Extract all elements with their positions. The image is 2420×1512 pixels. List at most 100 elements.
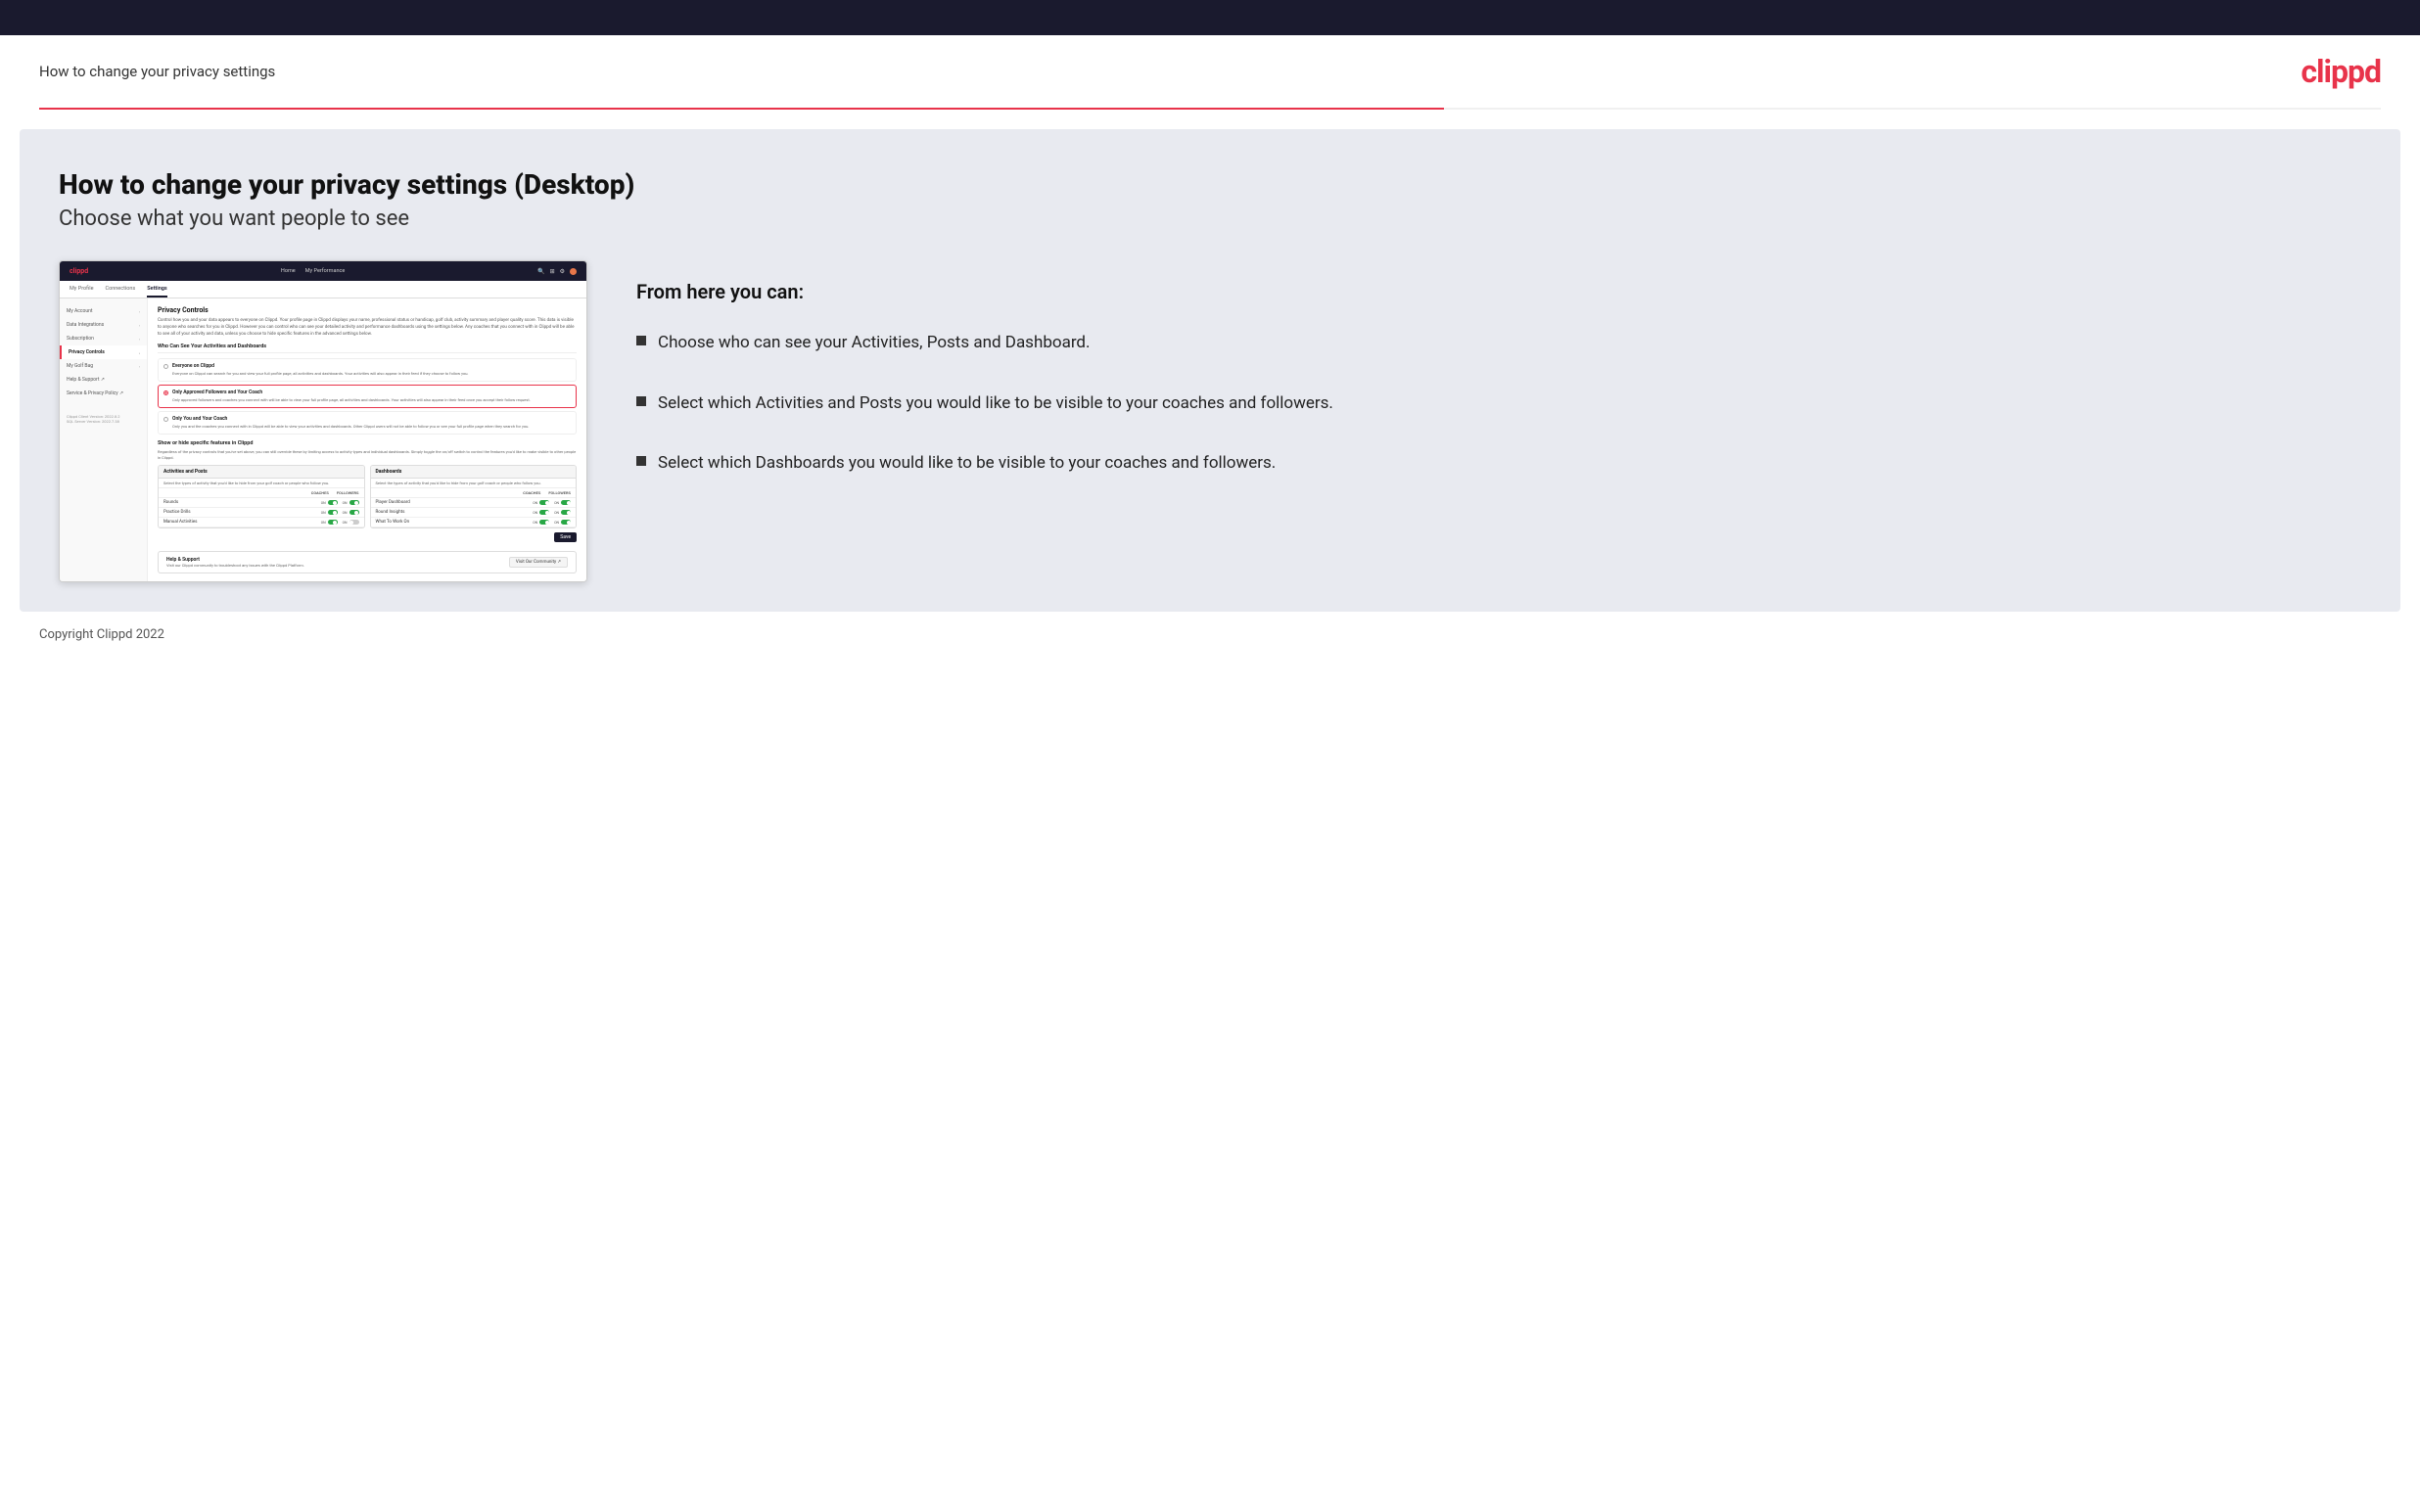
mock-radio-dot-everyone <box>163 364 168 369</box>
mock-radio-only-you-text: Only You and Your Coach Only you and the… <box>172 416 529 430</box>
mock-row-round-insights: Round Insights ON ON <box>371 508 577 518</box>
mock-manual-coaches-toggle <box>328 520 338 525</box>
mock-body: My Account › Data Integrations › Subscri… <box>60 298 586 581</box>
mock-coaches-col-label: COACHES <box>311 490 329 495</box>
mock-toggle-knob-8 <box>567 501 571 505</box>
mock-rounds-followers-toggle <box>349 500 359 505</box>
mock-dashboards-header: Dashboards <box>371 466 577 479</box>
mock-radio-everyone-desc: Everyone on Clippd can search for you an… <box>172 371 468 376</box>
mock-row-player-dash: Player Dashboard ON ON <box>371 498 577 508</box>
mock-radio-everyone: Everyone on Clippd Everyone on Clippd ca… <box>158 358 577 382</box>
mock-radio-only-you-desc: Only you and the coaches you connect wit… <box>172 424 529 429</box>
mock-activities-table-header: Activities and Posts <box>159 466 364 479</box>
mock-sidebar-version: Clippd Client Version: 2022.8.2SQL Serve… <box>60 408 147 430</box>
mock-rounds-coaches-on-label: ON <box>321 501 326 505</box>
mock-sidebar-subscription: Subscription › <box>60 332 147 345</box>
mock-radio-everyone-text: Everyone on Clippd Everyone on Clippd ca… <box>172 363 468 377</box>
mock-radio-only-you-label: Only You and Your Coach <box>172 416 529 422</box>
mock-sidebar-account-label: My Account <box>67 308 92 314</box>
mock-show-hide-desc: Regardless of the privacy controls that … <box>158 449 577 460</box>
mock-manual-label: Manual Activities <box>163 520 316 525</box>
mock-dashboards-cols: COACHES FOLLOWERS <box>371 488 577 498</box>
page-heading: How to change your privacy settings (Des… <box>59 168 2361 201</box>
mock-work-on-label: What To Work On <box>376 520 529 525</box>
mock-work-coaches-on: ON <box>533 521 537 525</box>
mock-manual-followers-pair: ON <box>343 520 359 525</box>
mock-toggle-knob-3 <box>333 511 337 515</box>
mock-round-coaches-on: ON <box>533 511 537 515</box>
footer: Copyright Clippd 2022 <box>0 612 2420 658</box>
logo: clippd <box>2301 53 2381 90</box>
mock-radio-approved-desc: Only approved followers and coaches you … <box>172 397 531 402</box>
mock-logo: clippd <box>70 267 88 275</box>
mock-chevron-bag: › <box>139 364 140 369</box>
header-title: How to change your privacy settings <box>39 63 275 80</box>
mock-round-coaches-pair: ON <box>533 510 549 515</box>
screenshot-container: clippd Home My Performance 🔍 ⊞ ⚙ My Prof… <box>59 260 587 582</box>
bullet-item-3: Select which Dashboards you would like t… <box>636 451 2361 477</box>
mock-who-can-see-title: Who Can See Your Activities and Dashboar… <box>158 344 577 353</box>
mock-work-followers-pair: ON <box>554 520 571 525</box>
mock-tables-row: Activities and Posts Select the types of… <box>158 465 577 528</box>
mock-work-coaches-pair: ON <box>533 520 549 525</box>
mock-nav-icons: 🔍 ⊞ ⚙ <box>537 268 577 275</box>
mock-sidebar-privacy: Privacy Controls › <box>60 345 147 359</box>
mock-activities-table: Activities and Posts Select the types of… <box>158 465 365 528</box>
mock-tab-settings: Settings <box>147 286 166 298</box>
mock-toggle-knob-9 <box>545 511 549 515</box>
mock-practice-followers-on-label: ON <box>343 511 348 515</box>
mock-manual-followers-toggle <box>349 520 359 525</box>
mock-toggle-knob-4 <box>354 511 358 515</box>
mock-sidebar-help: Help & Support ↗ <box>60 373 147 387</box>
mock-player-dash-label: Player Dashboard <box>376 500 529 505</box>
mock-round-followers-toggle <box>561 510 571 515</box>
mock-sidebar-sub-label: Subscription <box>67 336 94 342</box>
mock-activities-cols: COACHES FOLLOWERS <box>159 488 364 498</box>
mock-toggle-knob-11 <box>545 521 549 525</box>
footer-text: Copyright Clippd 2022 <box>39 627 164 642</box>
mock-panel-desc: Control how you and your data appears to… <box>158 318 577 338</box>
mock-tab-connections: Connections <box>106 286 136 298</box>
mock-tab-profile: My Profile <box>70 286 94 298</box>
mock-sidebar: My Account › Data Integrations › Subscri… <box>60 298 148 581</box>
mock-work-followers-toggle <box>561 520 571 525</box>
mock-save-row: Save <box>158 528 577 546</box>
screenshot-mock: clippd Home My Performance 🔍 ⊞ ⚙ My Prof… <box>59 260 587 582</box>
info-intro: From here you can: <box>636 280 2361 303</box>
mock-practice-coaches-pair: ON <box>321 510 338 515</box>
mock-toggle-knob-7 <box>545 501 549 505</box>
mock-sidebar-bag-label: My Golf Bag <box>67 363 93 369</box>
mock-dashboards-table: Dashboards Select the types of activity … <box>370 465 578 528</box>
top-bar <box>0 0 2420 35</box>
bullet-square-1 <box>636 336 646 345</box>
bullet-square-2 <box>636 396 646 406</box>
mock-dash-followers-col: FOLLOWERS <box>548 490 571 495</box>
mock-activities-desc: Select the types of activity that you'd … <box>159 479 364 488</box>
mock-practice-coaches-on-label: ON <box>321 511 326 515</box>
bullet-item-1: Choose who can see your Activities, Post… <box>636 331 2361 356</box>
mock-work-followers-on: ON <box>554 521 559 525</box>
mock-tabs: My Profile Connections Settings <box>60 281 586 298</box>
bullet-item-2: Select which Activities and Posts you wo… <box>636 391 2361 417</box>
mock-toggle-knob-5 <box>333 521 337 525</box>
mock-sidebar-service: Service & Privacy Policy ↗ <box>60 387 147 400</box>
mock-player-followers-toggle <box>561 500 571 505</box>
mock-toggle-knob-2 <box>354 501 358 505</box>
mock-player-coaches-pair: ON <box>533 500 549 505</box>
mock-radio-approved-text: Only Approved Followers and Your Coach O… <box>172 389 531 403</box>
mock-row-work-on: What To Work On ON ON <box>371 518 577 527</box>
mock-round-insights-label: Round Insights <box>376 510 529 515</box>
mock-followers-col-label: FOLLOWERS <box>337 490 359 495</box>
header-divider <box>39 108 2381 110</box>
mock-toggle-knob-10 <box>567 511 571 515</box>
main-content: How to change your privacy settings (Des… <box>20 129 2400 612</box>
bullet-square-3 <box>636 456 646 466</box>
mock-radio-approved-label: Only Approved Followers and Your Coach <box>172 389 531 395</box>
mock-sidebar-data-integrations: Data Integrations › <box>60 318 147 332</box>
bullet-text-1: Choose who can see your Activities, Post… <box>658 331 1091 356</box>
mock-manual-coaches-on-label: ON <box>321 521 326 525</box>
mock-chevron-sub: › <box>139 337 140 342</box>
mock-avatar <box>570 268 577 275</box>
mock-row-manual: Manual Activities ON ON <box>159 518 364 527</box>
mock-sidebar-data-label: Data Integrations <box>67 322 104 328</box>
